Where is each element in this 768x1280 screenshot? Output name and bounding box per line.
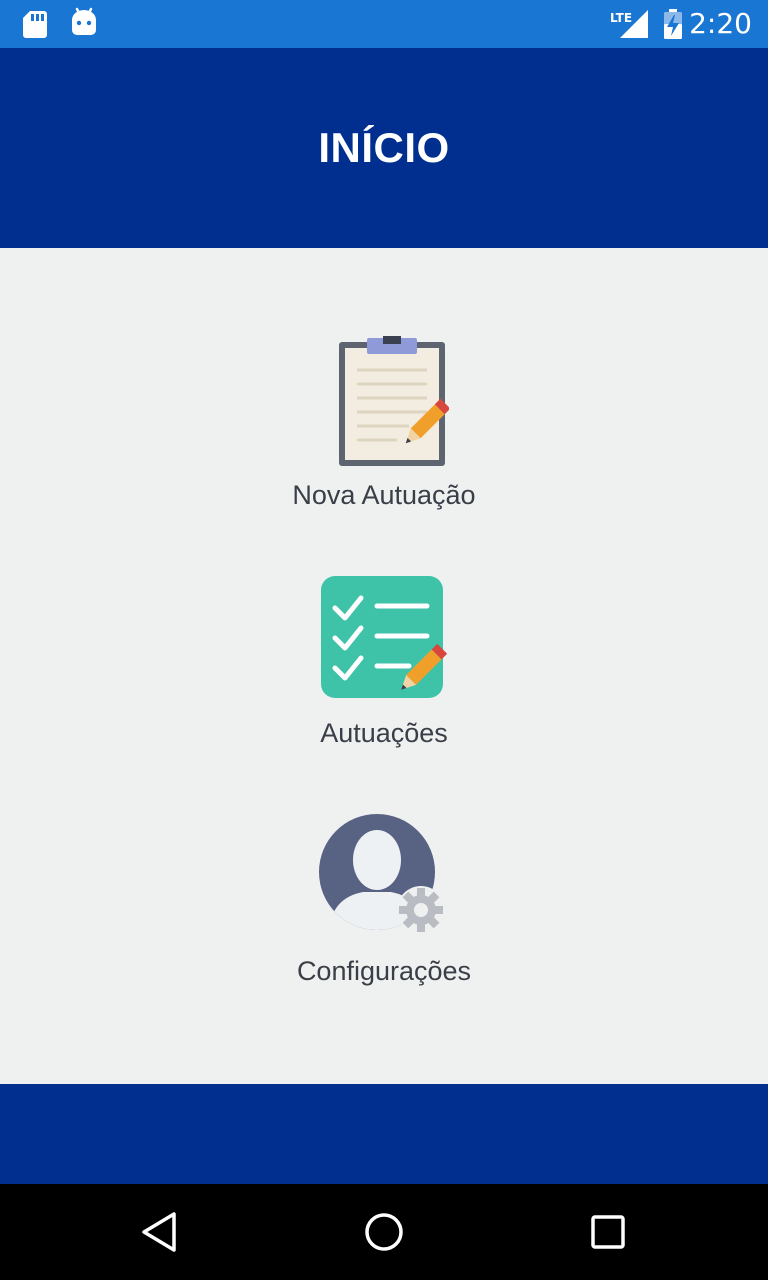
android-debug-icon [72, 7, 96, 35]
menu-item-label: Configurações [296, 956, 472, 986]
menu-item-autuacoes[interactable]: Autuações [234, 574, 534, 749]
menu-item-configuracoes[interactable]: Configurações [234, 812, 534, 987]
menu-item-label: Nova Autuação [292, 480, 476, 510]
clipboard-pencil-icon [339, 336, 449, 466]
menu-item-label: Autuações [320, 718, 448, 748]
network-type-label: LTE [610, 11, 632, 25]
sd-card-icon [23, 11, 47, 38]
navigation-bar [0, 1184, 768, 1280]
page-title: INÍCIO [318, 124, 450, 171]
home-icon[interactable] [360, 1208, 408, 1256]
menu-item-nova-autuacao[interactable]: Nova Autuação [234, 336, 534, 511]
battery-charging-icon [664, 9, 682, 39]
app-header: INÍCIO [0, 48, 768, 248]
recents-icon[interactable] [584, 1208, 632, 1256]
footer-bar [0, 1084, 768, 1184]
checklist-pencil-icon [321, 576, 448, 698]
status-bar: LTE 2:20 [0, 0, 768, 48]
back-icon[interactable] [136, 1208, 184, 1256]
main-menu: Nova Autuação Autuações Configurações [0, 248, 768, 1084]
user-settings-icon [319, 814, 445, 934]
status-time: 2:20 [689, 7, 752, 40]
lte-signal-icon: LTE [610, 10, 648, 38]
